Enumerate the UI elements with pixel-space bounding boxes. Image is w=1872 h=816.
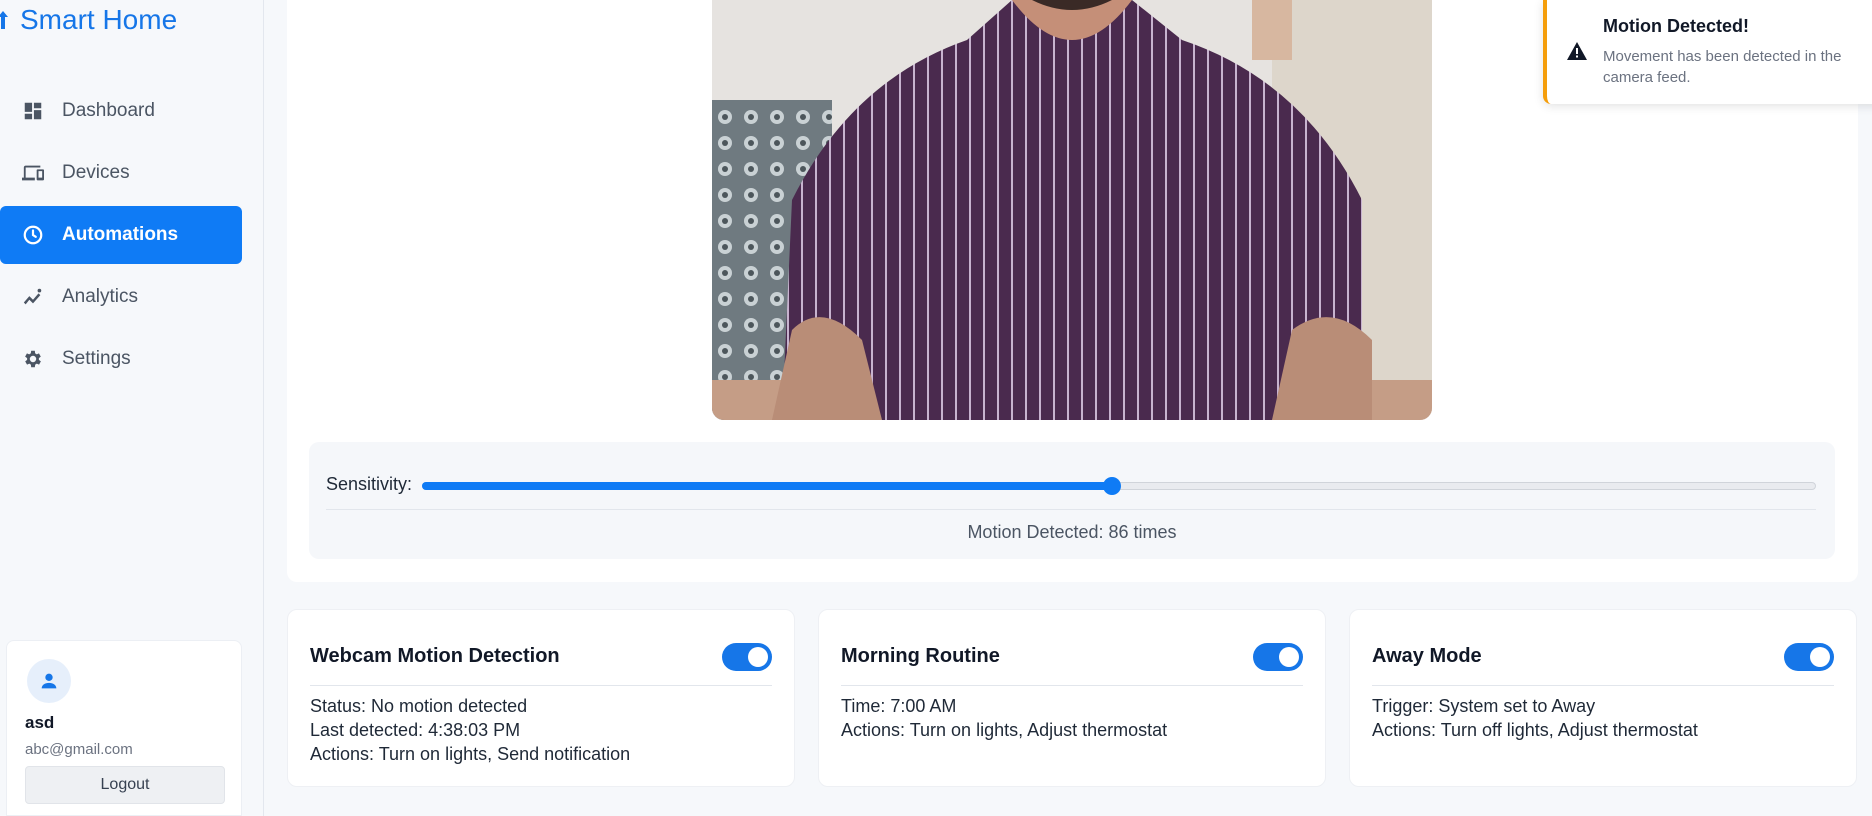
sidebar-item-label: Settings <box>62 348 131 369</box>
automation-card-morning-routine: Morning Routine Time: 7:00 AM Actions: T… <box>818 609 1326 787</box>
toast-title: Motion Detected! <box>1603 16 1749 36</box>
card-title: Morning Routine <box>841 645 1000 667</box>
sidebar-item-dashboard[interactable]: Dashboard <box>0 82 242 140</box>
automation-toggle[interactable] <box>722 642 772 671</box>
sidebar-item-label: Automations <box>62 224 179 245</box>
user-card: asd abc@gmail.com Logout <box>6 640 242 816</box>
card-title: Webcam Motion Detection <box>310 645 560 667</box>
analytics-icon <box>23 288 42 305</box>
toast-message: Movement has been detected in the camera… <box>1603 48 1842 86</box>
sidebar-item-analytics[interactable]: Analytics <box>0 268 242 326</box>
app-brand[interactable]: Smart Home <box>0 0 177 40</box>
automation-toggle[interactable] <box>1784 642 1834 671</box>
sidebar-item-label: Dashboard <box>62 100 155 121</box>
dashboard-icon <box>24 102 42 120</box>
card-header: Away Mode <box>1372 628 1834 686</box>
camera-controls: Sensitivity: Motion Detected: 86 times <box>309 442 1835 559</box>
home-logo-icon <box>0 11 8 29</box>
warning-icon <box>1567 42 1587 60</box>
sidebar-item-automations[interactable]: Automations <box>0 206 242 264</box>
card-line-trigger: Trigger: System set to Away <box>1372 696 1596 716</box>
card-body: Time: 7:00 AM Actions: Turn on lights, A… <box>841 694 1167 742</box>
card-line-actions: Actions: Turn off lights, Adjust thermos… <box>1372 720 1698 740</box>
card-line-last-detected: Last detected: 4:38:03 PM <box>310 720 521 740</box>
sensitivity-row: Sensitivity: <box>326 460 1816 510</box>
card-line-status: Status: No motion detected <box>310 696 528 716</box>
card-body: Status: No motion detected Last detected… <box>310 694 630 766</box>
sidebar-item-label: Analytics <box>62 286 139 307</box>
card-header: Webcam Motion Detection <box>310 628 772 686</box>
slider-fill <box>422 481 1113 490</box>
sidebar-item-settings[interactable]: Settings <box>0 330 242 388</box>
sensitivity-slider[interactable] <box>422 476 1816 495</box>
card-title: Away Mode <box>1372 645 1482 667</box>
clock-icon <box>23 225 43 245</box>
webcam-image <box>712 0 1432 420</box>
motion-toast: Motion Detected! Movement has been detec… <box>1543 0 1872 104</box>
slider-thumb[interactable] <box>1103 476 1122 495</box>
sidebar-item-label: Devices <box>62 162 130 183</box>
automation-card-webcam-motion: Webcam Motion Detection Status: No motio… <box>287 609 795 787</box>
sidebar: Smart Home Dashboard Devices Automations… <box>0 0 264 816</box>
card-line-actions: Actions: Turn on lights, Send notificati… <box>310 744 631 764</box>
toggle-knob <box>1279 646 1299 667</box>
automation-toggle[interactable] <box>1253 642 1303 671</box>
card-body: Trigger: System set to Away Actions: Tur… <box>1372 694 1698 742</box>
devices-icon <box>22 165 44 181</box>
webcam-feed <box>712 0 1432 420</box>
toggle-knob <box>748 646 768 667</box>
user-email: abc@gmail.com <box>25 741 133 758</box>
gear-icon <box>25 350 41 368</box>
card-line-time: Time: 7:00 AM <box>841 696 957 716</box>
logout-button[interactable]: Logout <box>25 766 225 804</box>
card-line-actions: Actions: Turn on lights, Adjust thermost… <box>841 720 1168 740</box>
toggle-knob <box>1810 646 1830 667</box>
automation-card-away-mode: Away Mode Trigger: System set to Away Ac… <box>1349 609 1857 787</box>
user-icon <box>41 673 57 689</box>
avatar <box>27 659 71 703</box>
motion-count: Motion Detected: 86 times <box>967 522 1177 542</box>
sensitivity-label: Sensitivity: <box>326 474 413 494</box>
sidebar-item-devices[interactable]: Devices <box>0 144 242 202</box>
app-title: Smart Home <box>20 4 178 35</box>
user-name: asd <box>25 713 55 732</box>
sidebar-nav: Dashboard Devices Automations Analytics … <box>0 82 242 392</box>
card-header: Morning Routine <box>841 628 1303 686</box>
